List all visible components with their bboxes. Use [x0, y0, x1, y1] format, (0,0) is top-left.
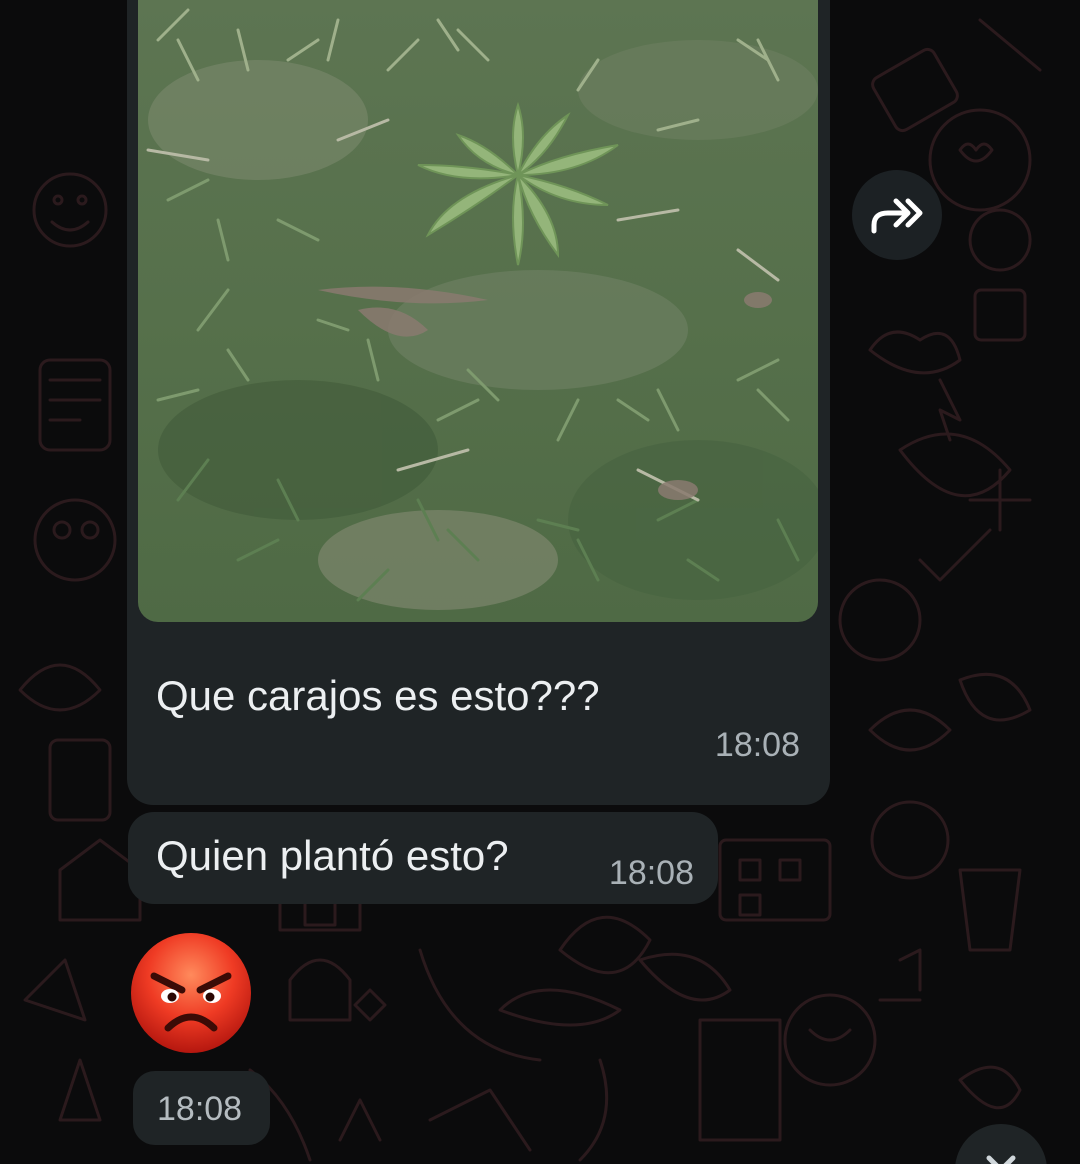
chevron-down-icon: [986, 1155, 1016, 1164]
message-text: Quien plantó esto?: [156, 832, 509, 879]
photo-grass-with-plant: [138, 0, 818, 622]
message-time: 18:08: [157, 1090, 243, 1128]
angry-face-emoji: [131, 933, 251, 1053]
message-photo[interactable]: [138, 0, 818, 622]
message-time: 18:08: [608, 854, 694, 892]
text-message: Quien plantó esto? 18:08: [128, 812, 718, 904]
emoji-time-pill: 18:08: [133, 1071, 270, 1145]
forward-button[interactable]: [852, 170, 942, 260]
message-time: 18:08: [714, 726, 800, 764]
chat-view: Que carajos es esto??? 18:08 Quien plant…: [0, 0, 1080, 1164]
emoji-message: [128, 930, 254, 1056]
image-message: Que carajos es esto??? 18:08: [127, 0, 830, 805]
message-caption: Que carajos es esto???: [156, 672, 600, 719]
forward-arrows-icon: [871, 198, 923, 234]
